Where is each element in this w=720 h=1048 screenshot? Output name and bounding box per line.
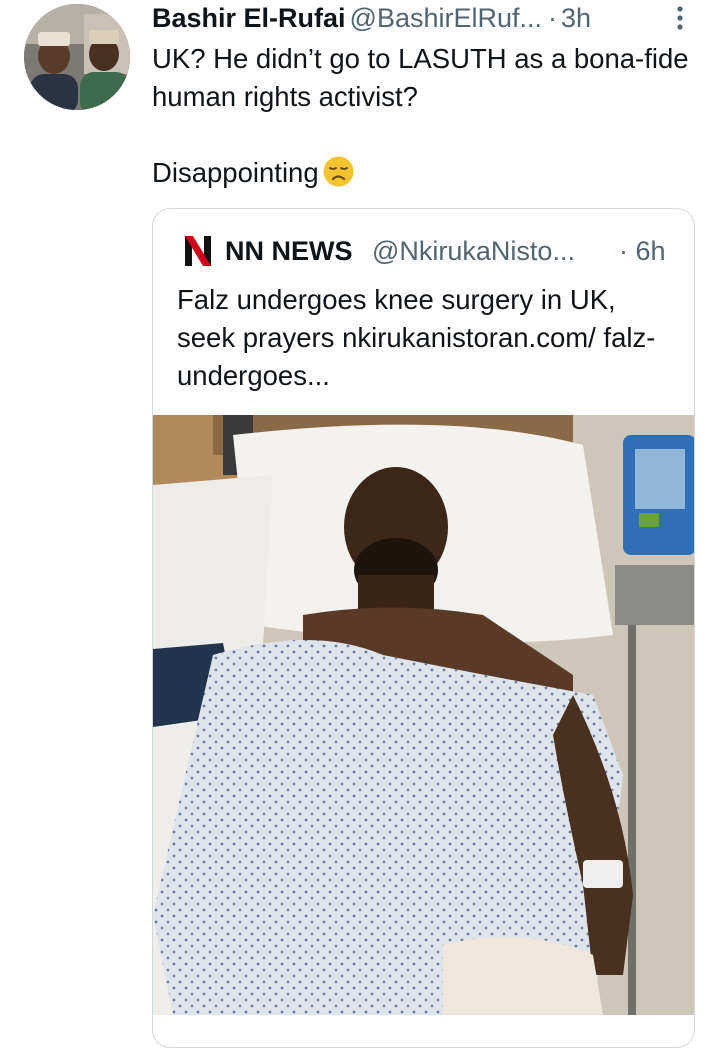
author-avatar[interactable] <box>24 4 130 110</box>
quoted-tweet-text-body: Falz undergoes knee surgery in UK, seek … <box>177 284 656 391</box>
tweet-text: UK? He didn’t go to LASUTH as a bona-fid… <box>152 40 692 192</box>
quoted-author-name[interactable]: NN NEWS <box>225 235 353 267</box>
quoted-tweet-header: NN NEWS @NkirukaNisto... · 6h <box>185 235 685 269</box>
tweet-header: Bashir El-Rufai @BashirElRuf... · 3h <box>152 2 672 36</box>
tweet-text-line: UK? He didn’t go to LASUTH as a bona-fid… <box>152 43 689 112</box>
avatar-photo <box>24 4 130 110</box>
quoted-tweet-card[interactable]: NN NEWS @NkirukaNisto... · 6h Falz under… <box>152 208 695 1048</box>
tweet-time[interactable]: 3h <box>561 3 591 33</box>
more-vertical-icon[interactable] <box>668 4 692 34</box>
hospital-bed-photo <box>153 415 694 1015</box>
tweet-text-line-2: Disappointing <box>152 154 692 192</box>
nn-news-logo-icon <box>185 236 211 266</box>
author-handle[interactable]: @BashirElRuf... <box>350 3 542 33</box>
quoted-author-handle[interactable]: @NkirukaNisto... <box>372 235 575 267</box>
quoted-tweet-time[interactable]: · 6h <box>619 235 666 267</box>
tweet-text-word: Disappointing <box>152 157 319 188</box>
disappointed-face-emoji-icon <box>323 156 354 187</box>
quoted-tweet-text: Falz undergoes knee surgery in UK, seek … <box>177 281 677 395</box>
author-name[interactable]: Bashir El-Rufai <box>152 3 346 33</box>
header-separator: · <box>548 3 558 33</box>
quoted-tweet-photo[interactable] <box>153 415 694 1015</box>
